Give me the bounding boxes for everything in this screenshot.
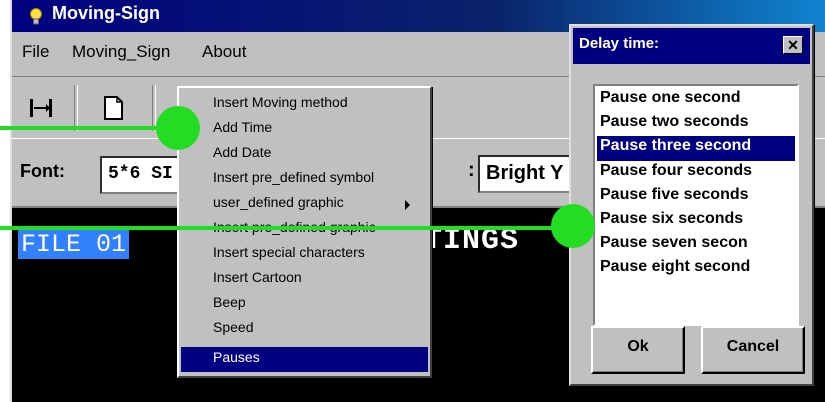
delay-listbox[interactable]: Pause one second Pause two seconds Pause… bbox=[593, 84, 799, 326]
menu-item-label: Insert Cartoon bbox=[213, 269, 302, 285]
font-label: Font: bbox=[20, 161, 65, 181]
submenu-arrow-icon bbox=[405, 200, 410, 210]
new-document-button[interactable] bbox=[92, 87, 134, 129]
menu-item-insert-predefined-symbol[interactable]: Insert pre_defined symbol bbox=[181, 167, 428, 192]
ok-button[interactable]: Ok bbox=[591, 326, 685, 374]
menu-item-add-time[interactable]: Add Time bbox=[181, 117, 428, 142]
menu-moving-sign[interactable]: Moving_Sign bbox=[72, 42, 170, 62]
cancel-button[interactable]: Cancel bbox=[701, 326, 805, 374]
menu-item-user-defined-graphic[interactable]: user_defined graphic bbox=[181, 192, 428, 217]
list-item[interactable]: Pause four seconds bbox=[597, 161, 795, 186]
menu-item-label: Insert special characters bbox=[213, 244, 365, 260]
menu-item-label: Insert Moving method bbox=[213, 94, 348, 110]
menu-item-pauses[interactable]: Pauses bbox=[181, 347, 428, 372]
menu-item-insert-special-characters[interactable]: Insert special characters bbox=[181, 242, 428, 267]
window-title: Moving-Sign bbox=[52, 3, 160, 23]
menu-file[interactable]: File bbox=[22, 42, 49, 62]
callout-line bbox=[0, 226, 580, 230]
file-label: FILE 01 bbox=[18, 230, 130, 259]
menu-item-label: Insert pre_defined symbol bbox=[213, 169, 375, 185]
menu-item-label: Beep bbox=[213, 294, 246, 310]
callout-line bbox=[0, 126, 180, 130]
insert-method-button[interactable] bbox=[20, 87, 62, 129]
menu-item-speed[interactable]: Speed bbox=[181, 317, 428, 342]
menu-item-label: Add Date bbox=[213, 144, 272, 160]
menu-item-label: user_defined graphic bbox=[213, 194, 344, 210]
list-item[interactable]: Pause two seconds bbox=[597, 112, 795, 137]
new-document-icon bbox=[104, 96, 123, 120]
dialog-title: Delay time: bbox=[579, 35, 660, 52]
insert-context-menu: Insert Moving method Add Time Add Date I… bbox=[177, 86, 432, 378]
close-button[interactable]: ✕ bbox=[783, 36, 803, 54]
insert-method-icon bbox=[30, 99, 52, 117]
delay-time-dialog: Delay time: ✕ Pause one second Pause two… bbox=[569, 24, 814, 386]
color-label: : bbox=[468, 159, 475, 181]
dialog-title-bar[interactable]: Delay time: ✕ bbox=[573, 28, 810, 64]
callout-dot bbox=[551, 204, 595, 248]
menu-item-insert-cartoon[interactable]: Insert Cartoon bbox=[181, 267, 428, 292]
toolbar-separator bbox=[74, 85, 78, 131]
list-item[interactable]: Pause one second bbox=[597, 88, 795, 113]
close-icon: ✕ bbox=[787, 37, 799, 53]
menu-item-label: Speed bbox=[213, 319, 254, 335]
callout-dot bbox=[156, 106, 200, 150]
lightbulb-icon bbox=[30, 8, 42, 25]
list-item[interactable]: Pause five seconds bbox=[597, 185, 795, 210]
menu-item-label: Add Time bbox=[213, 119, 273, 135]
menu-item-label: Pauses bbox=[213, 349, 260, 365]
menu-item-insert-moving-method[interactable]: Insert Moving method bbox=[181, 92, 428, 117]
list-item-selected[interactable]: Pause three second bbox=[597, 136, 795, 161]
list-item[interactable]: Pause six seconds bbox=[597, 209, 795, 234]
list-item[interactable]: Pause seven secon bbox=[597, 233, 795, 258]
menu-item-beep[interactable]: Beep bbox=[181, 292, 428, 317]
menu-item-add-date[interactable]: Add Date bbox=[181, 142, 428, 167]
menu-about[interactable]: About bbox=[202, 42, 246, 62]
list-item[interactable]: Pause eight second bbox=[597, 257, 795, 282]
